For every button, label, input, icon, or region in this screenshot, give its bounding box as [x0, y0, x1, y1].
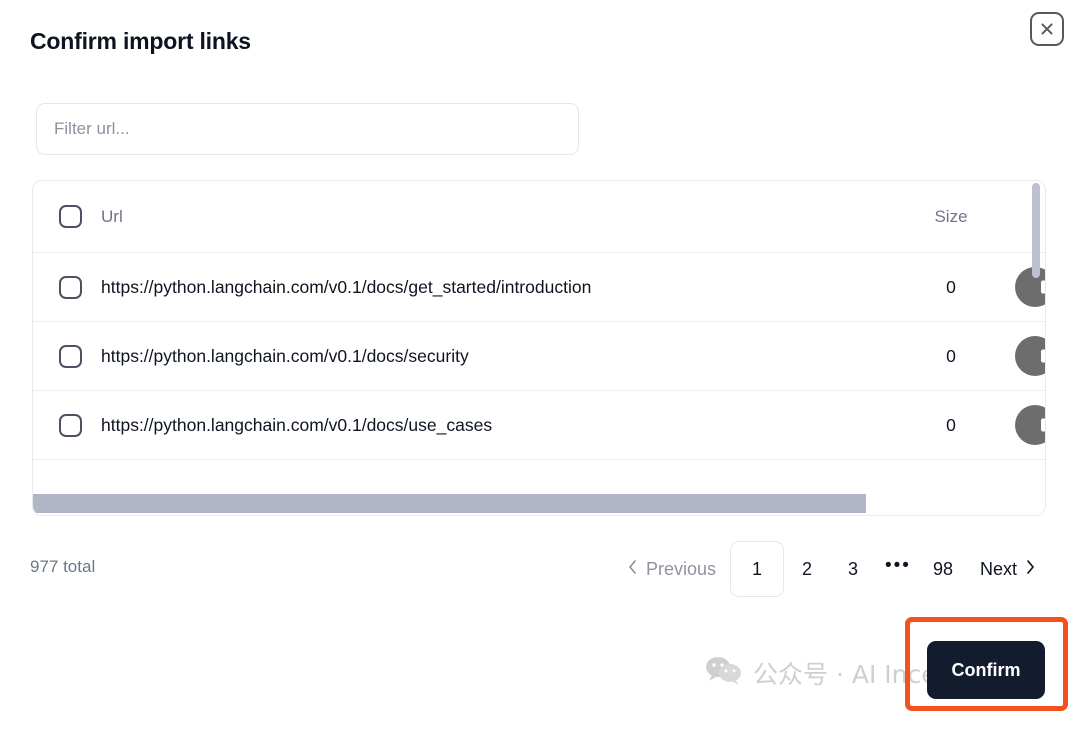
horizontal-scrollbar-thumb[interactable]	[33, 494, 866, 513]
row-checkbox[interactable]	[58, 344, 82, 368]
table-row: https://python.langchain.com/v0.1/docs/u…	[33, 391, 1045, 460]
confirm-button[interactable]: Confirm	[927, 641, 1045, 699]
total-count-label: 977 total	[30, 557, 96, 576]
row-select-cell	[33, 344, 101, 368]
column-header-size: Size	[934, 206, 968, 226]
row-checkbox[interactable]	[58, 413, 82, 437]
links-table: Url Size https://python.langchain.com/v0…	[32, 180, 1046, 516]
row-select-cell	[33, 413, 101, 437]
row-url: https://python.langchain.com/v0.1/docs/s…	[101, 345, 469, 366]
close-button[interactable]	[1030, 12, 1064, 46]
row-size: 0	[946, 414, 956, 435]
row-size: 0	[946, 276, 956, 297]
row-checkbox[interactable]	[58, 275, 82, 299]
page-button-last[interactable]: 98	[920, 541, 966, 597]
wechat-icon	[705, 655, 743, 691]
pagination-bar: 977 total Previous 1 2 3 ••• 98 Next	[30, 541, 1050, 597]
previous-page-label: Previous	[645, 558, 716, 579]
select-all-cell	[33, 205, 101, 228]
row-size: 0	[946, 345, 956, 366]
column-header-url: Url	[101, 206, 123, 226]
row-url: https://python.langchain.com/v0.1/docs/u…	[101, 414, 493, 435]
chevron-right-icon	[1025, 559, 1036, 580]
page-ellipsis: •••	[885, 555, 911, 576]
confirm-import-links-modal: Confirm import links Url Size https://py…	[0, 0, 1080, 729]
vertical-scrollbar-thumb[interactable]	[1032, 183, 1040, 278]
table-row: https://python.langchain.com/v0.1/docs/g…	[33, 253, 1045, 322]
vertical-scrollbar[interactable]	[1031, 181, 1043, 497]
filter-url-input[interactable]	[36, 103, 579, 155]
next-page-button[interactable]: Next	[966, 559, 1050, 580]
previous-page-button[interactable]: Previous	[613, 559, 730, 580]
page-button-3[interactable]: 3	[830, 541, 876, 597]
page-title: Confirm import links	[30, 28, 251, 54]
chevron-left-icon	[627, 559, 638, 580]
select-all-checkbox[interactable]	[58, 205, 82, 228]
close-icon	[1039, 21, 1055, 37]
page-button-2[interactable]: 2	[784, 541, 830, 597]
next-page-label: Next	[979, 558, 1017, 579]
horizontal-scrollbar[interactable]	[33, 493, 1045, 515]
table-row: https://python.langchain.com/v0.1/docs/s…	[33, 322, 1045, 391]
row-url: https://python.langchain.com/v0.1/docs/g…	[101, 276, 592, 297]
page-button-1[interactable]: 1	[729, 541, 784, 597]
pager-controls: Previous 1 2 3 ••• 98 Next	[613, 541, 1050, 597]
table-header-row: Url Size	[33, 181, 1045, 253]
row-select-cell	[33, 275, 101, 299]
